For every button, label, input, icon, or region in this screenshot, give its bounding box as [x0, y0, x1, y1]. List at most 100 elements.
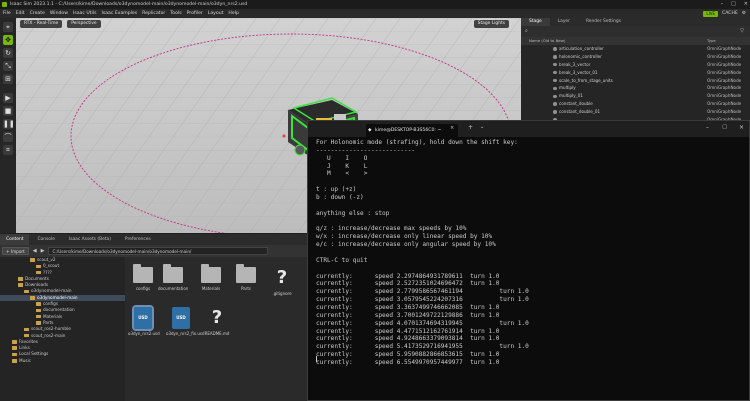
file-item[interactable]: ? .gitignore [267, 267, 297, 296]
content-toolbar: + Import ◀ ▶ C:/Users/kime/Downloads/o3d… [0, 245, 307, 257]
stage-row[interactable]: multiply OmniGraphNode [521, 84, 750, 92]
stage-row[interactable]: holonomic_controller OmniGraphNode [521, 53, 750, 61]
graph-node-icon [553, 110, 557, 114]
tab-layer[interactable]: Layer [550, 18, 578, 26]
folder-icon [36, 321, 41, 325]
stage-row-type: OmniGraphNode [707, 77, 742, 83]
stage-row[interactable]: break_3_vector OmniGraphNode [521, 61, 750, 69]
graph-node-icon [553, 55, 557, 59]
tab-content[interactable]: Content [0, 234, 30, 245]
measure-icon[interactable]: ⌗ [3, 145, 13, 155]
stage-row[interactable]: break_3_vector_01 OmniGraphNode [521, 69, 750, 77]
forward-arrow-icon[interactable]: ▶ [41, 248, 45, 254]
file-item[interactable]: USD o3dyn_nrs2_fix.usd [166, 307, 205, 336]
move-tool-icon[interactable]: ✥ [3, 35, 13, 45]
tab-close-icon[interactable]: × [450, 125, 454, 131]
file-item[interactable]: documentation [158, 264, 188, 291]
tab-render-settings[interactable]: Render Settings [578, 18, 629, 26]
menu-tools[interactable]: Tools [170, 11, 181, 16]
import-button[interactable]: + Import [2, 247, 29, 255]
tab-stage[interactable]: Stage [521, 18, 550, 26]
terminal-line: currently: speed 4.4771512162761914 turn… [316, 327, 500, 335]
snap-tool-icon[interactable]: ⊞ [3, 74, 13, 84]
file-item[interactable]: USD o3dyn_nrs2.usd [128, 305, 160, 336]
folder-icon [24, 327, 29, 332]
stage-row[interactable]: articulation_controller OmniGraphNode [521, 45, 750, 53]
dropdown-icon[interactable]: ⌄ [480, 124, 484, 130]
live-sync-badge[interactable]: LIVE [703, 10, 719, 17]
file-item[interactable]: ? README.md [202, 307, 232, 336]
menu-help[interactable]: Help [228, 11, 238, 16]
gripper-icon[interactable]: ⌒ [3, 132, 13, 142]
pause-icon[interactable]: ❚❚ [3, 119, 15, 129]
stop-icon[interactable]: ■ [3, 106, 13, 116]
stage-search-bar[interactable]: ⌕ ▽ [521, 26, 750, 37]
filter-icon[interactable]: ▽ [740, 28, 744, 34]
menu-isaac-examples[interactable]: Isaac Examples [101, 11, 137, 16]
file-item[interactable]: Materials [196, 264, 226, 291]
back-arrow-icon[interactable]: ◀ [33, 248, 37, 254]
terminal-line: --------------------------- [316, 146, 416, 154]
terminal-output[interactable]: For Holonomic mode (strafing), hold down… [316, 139, 744, 399]
menu-layout[interactable]: Layout [208, 11, 224, 16]
terminal-line: w/x : increase/decrease only linear spee… [316, 233, 493, 241]
terminal-maximize-button[interactable]: □ [722, 124, 727, 130]
cache-label[interactable]: CACHE [722, 11, 738, 16]
terminal-line: For Holonomic mode (strafing), hold down… [316, 139, 518, 146]
menu-window[interactable]: Window [50, 11, 68, 16]
terminal-line: currently: speed 5.9590882866853615 turn… [316, 351, 500, 359]
stage-row[interactable]: scale_to_from_stage_units OmniGraphNode [521, 77, 750, 85]
menu-edit[interactable]: Edit [16, 11, 25, 16]
rotate-tool-icon[interactable]: ↻ [3, 48, 13, 58]
graph-node-icon [553, 70, 557, 75]
new-tab-icon[interactable]: + [468, 124, 473, 131]
terminal-tab[interactable]: ◆ kime@DESKTOP-B3S56C0: ~ [366, 124, 458, 137]
terminal-close-button[interactable]: × [739, 124, 744, 131]
folder-icon [12, 340, 17, 344]
menu-profiler[interactable]: Profiler [187, 11, 203, 16]
stage-panel-tabs: Stage Layer Render Settings [521, 18, 750, 26]
file-item[interactable]: Parts [231, 264, 261, 291]
rtx-mode-button[interactable]: RTX - Real-Time [20, 20, 63, 28]
stage-row-name: scale_to_from_stage_units [559, 77, 613, 83]
terminal-line: q/z : increase/decrease max speeds by 10… [316, 225, 467, 233]
tree-item-label: Music [19, 357, 31, 363]
menu-isaac-utils[interactable]: Isaac Utils [73, 11, 96, 16]
stage-row-name: multiply_01 [559, 93, 583, 99]
play-icon[interactable]: ▶ [3, 93, 13, 103]
file-label: o3dyn_nrs2_fix.usd [166, 331, 205, 336]
stage-row[interactable]: constant_double OmniGraphNode [521, 100, 750, 108]
folder-icon [18, 277, 23, 281]
graph-node-icon [553, 62, 557, 67]
graph-node-icon [553, 78, 557, 83]
folder-icon [201, 264, 221, 283]
terminal-minimize-button[interactable]: – [706, 124, 709, 131]
camera-button[interactable]: Perspective [67, 20, 101, 28]
tree-item[interactable]: Music [0, 358, 125, 364]
menu-create[interactable]: Create [30, 11, 45, 16]
tab-isaac-assets[interactable]: Isaac Assets (Beta) [63, 234, 117, 245]
terminal-window[interactable]: ◆ kime@DESKTOP-B3S56C0: ~ × + ⌄ – □ × Fo… [307, 120, 750, 401]
maximize-button[interactable]: □ [731, 0, 736, 9]
stage-row[interactable]: multiply_01 OmniGraphNode [521, 92, 750, 100]
menu-file[interactable]: File [3, 11, 11, 16]
settings-gear-icon[interactable]: ⚙ [742, 11, 746, 16]
stage-row[interactable]: constant_double_01 OmniGraphNode [521, 108, 750, 116]
scale-tool-icon[interactable]: ⤡ [3, 61, 13, 71]
stage-row-name: multiply [559, 85, 576, 91]
file-item[interactable]: configs [128, 264, 158, 291]
stage-lights-button[interactable]: Stage Lights [473, 20, 509, 28]
path-field[interactable]: C:/Users/kime/Downloads/o3dynomodel-main… [48, 247, 269, 255]
name-column-header[interactable]: Name (Old to New) [529, 37, 565, 45]
tab-console[interactable]: Console [31, 234, 60, 245]
minimize-button[interactable]: – [721, 0, 724, 9]
close-button[interactable]: × [744, 0, 748, 9]
menu-replicator[interactable]: Replicator [142, 11, 165, 16]
type-column-header[interactable]: Type [707, 37, 716, 45]
tab-preferences[interactable]: Preferences [119, 234, 157, 245]
select-tool-icon[interactable]: ⌖ [3, 22, 13, 32]
